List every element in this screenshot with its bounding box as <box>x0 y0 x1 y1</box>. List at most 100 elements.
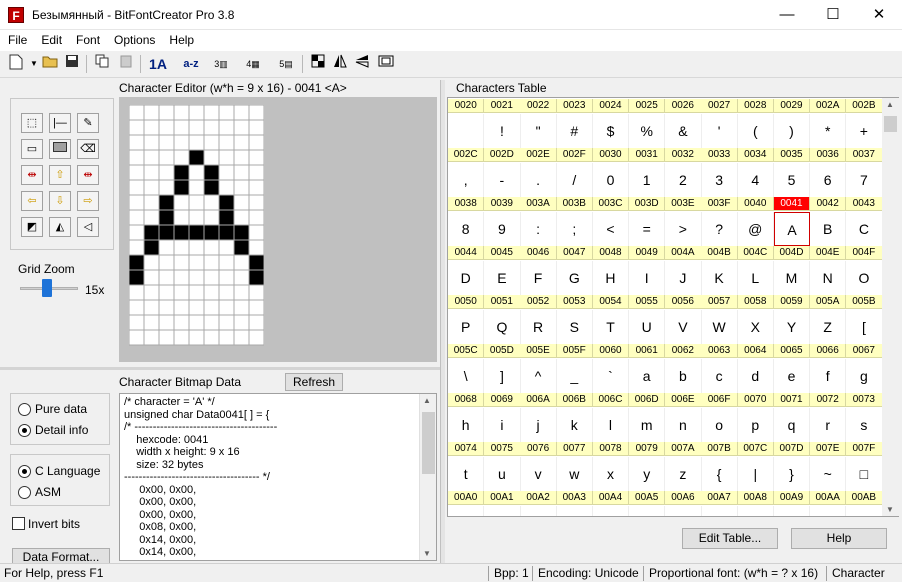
char-code-cell[interactable]: 0066 <box>810 344 847 358</box>
char-glyph-cell[interactable]: . <box>520 163 557 197</box>
pixel-cell[interactable] <box>143 209 160 226</box>
pixel-cell[interactable] <box>143 329 160 346</box>
pixel-cell[interactable] <box>143 314 160 331</box>
pixel-cell[interactable] <box>129 254 145 271</box>
char-glyph-cell[interactable]: ` <box>593 359 630 393</box>
flip-vertical-icon[interactable] <box>352 54 372 74</box>
pixel-cell[interactable] <box>248 254 264 271</box>
char-code-cell[interactable]: 0047 <box>556 246 593 260</box>
char-code-cell[interactable]: 0045 <box>484 246 521 260</box>
char-code-cell[interactable]: 0027 <box>701 99 738 113</box>
invert-tool-icon[interactable]: ◩ <box>21 217 43 237</box>
pixel-cell[interactable] <box>173 209 190 226</box>
char-code-cell[interactable]: 0073 <box>846 393 883 407</box>
char-glyph-cell[interactable]: ; <box>557 212 593 246</box>
pixel-cell[interactable] <box>129 164 145 181</box>
menu-font[interactable]: Font <box>68 30 106 51</box>
pixel-cell[interactable] <box>129 284 145 301</box>
pixel-cell[interactable] <box>173 254 190 271</box>
pixel-cell[interactable] <box>248 329 264 346</box>
pixel-cell[interactable] <box>218 329 235 346</box>
char-glyph-cell[interactable] <box>629 506 666 516</box>
bitmap-scrollbar[interactable]: ▲ ▼ <box>419 394 436 560</box>
menu-options[interactable]: Options <box>106 30 161 51</box>
pixel-cell[interactable] <box>203 224 220 241</box>
pixel-cell[interactable] <box>248 314 264 331</box>
pixel-cell[interactable] <box>218 105 235 121</box>
char-glyph-cell[interactable]: p <box>738 408 774 442</box>
pixel-cell[interactable] <box>248 194 264 211</box>
refresh-button[interactable]: Refresh <box>285 373 343 391</box>
char-code-cell[interactable]: 0075 <box>484 442 521 456</box>
char-code-cell[interactable]: 004B <box>701 246 738 260</box>
char-glyph-cell[interactable]: r <box>810 408 847 442</box>
char-glyph-cell[interactable]: Z <box>810 310 847 344</box>
char-glyph-cell[interactable]: / <box>557 163 593 197</box>
pixel-cell[interactable] <box>203 269 220 286</box>
char-glyph-cell[interactable]: % <box>629 114 666 148</box>
char-code-cell[interactable]: 0035 <box>773 148 811 162</box>
pixel-cell[interactable] <box>188 209 205 226</box>
char-glyph-cell[interactable]: R <box>520 310 557 344</box>
pixel-cell[interactable] <box>188 119 205 136</box>
char-glyph-cell[interactable]: } <box>774 457 811 491</box>
char-glyph-cell[interactable]: x <box>593 457 630 491</box>
pixel-cell[interactable] <box>188 299 205 316</box>
pixel-cell[interactable] <box>158 329 175 346</box>
char-code-cell[interactable]: 0032 <box>665 148 702 162</box>
char-code-cell[interactable]: 0054 <box>592 295 630 309</box>
char-code-cell[interactable]: 006C <box>592 393 630 407</box>
pixel-cell[interactable] <box>188 179 205 196</box>
pixel-cell[interactable] <box>158 224 175 241</box>
pixel-cell[interactable] <box>129 209 145 226</box>
pixel-cell[interactable] <box>129 314 145 331</box>
pixel-cell[interactable] <box>129 134 145 151</box>
char-code-cell[interactable]: 003C <box>592 197 630 211</box>
pixel-cell[interactable] <box>173 134 190 151</box>
char-code-cell[interactable]: 00A7 <box>701 491 738 505</box>
pixel-cell[interactable] <box>203 254 220 271</box>
pixel-cell[interactable] <box>143 254 160 271</box>
char-glyph-cell[interactable]: z <box>665 457 702 491</box>
pixel-cell[interactable] <box>158 284 175 301</box>
pixel-cell[interactable] <box>188 164 205 181</box>
char-code-cell[interactable]: 00A1 <box>484 491 521 505</box>
pixel-cell[interactable] <box>248 209 264 226</box>
char-code-cell[interactable]: 0049 <box>629 246 666 260</box>
char-glyph-cell[interactable]: □ <box>846 457 883 491</box>
char-glyph-cell[interactable]: , <box>448 163 485 197</box>
char-glyph-cell[interactable]: j <box>520 408 557 442</box>
char-code-cell[interactable]: 005F <box>556 344 593 358</box>
char-glyph-cell[interactable]: H <box>593 261 630 295</box>
char-code-cell[interactable]: 0042 <box>810 197 847 211</box>
char-code-cell[interactable]: 0040 <box>737 197 774 211</box>
char-glyph-cell[interactable] <box>810 506 847 516</box>
char-glyph-cell[interactable]: L <box>738 261 774 295</box>
width-shrink-icon[interactable]: ⇹ <box>21 165 43 185</box>
char-code-cell[interactable]: 0036 <box>810 148 847 162</box>
pixel-cell[interactable] <box>203 209 220 226</box>
char-glyph-cell[interactable]: ( <box>738 114 774 148</box>
pixel-cell[interactable] <box>158 299 175 316</box>
character-editor[interactable] <box>119 97 437 362</box>
pixel-cell[interactable] <box>143 269 160 286</box>
char-4-icon[interactable]: 4▦ <box>242 54 264 74</box>
char-glyph-cell[interactable]: W <box>701 310 738 344</box>
char-glyph-cell[interactable]: I <box>629 261 666 295</box>
pixel-cell[interactable] <box>173 105 190 121</box>
char-code-cell[interactable]: 0059 <box>773 295 811 309</box>
char-glyph-cell[interactable]: V <box>665 310 702 344</box>
new-file-icon[interactable] <box>6 54 26 74</box>
minimize-button[interactable]: — <box>764 0 810 30</box>
pixel-cell[interactable] <box>203 119 220 136</box>
menu-edit[interactable]: Edit <box>33 30 68 51</box>
char-glyph-cell[interactable]: = <box>629 212 666 246</box>
char-code-cell[interactable]: 0022 <box>520 99 557 113</box>
char-glyph-cell[interactable]: > <box>665 212 702 246</box>
pixel-cell[interactable] <box>158 149 175 166</box>
pixel-cell[interactable] <box>203 314 220 331</box>
char-code-cell[interactable]: 0071 <box>773 393 811 407</box>
char-glyph-cell[interactable]: & <box>665 114 702 148</box>
char-code-cell[interactable]: 006A <box>520 393 557 407</box>
char-glyph-cell[interactable] <box>701 506 738 516</box>
